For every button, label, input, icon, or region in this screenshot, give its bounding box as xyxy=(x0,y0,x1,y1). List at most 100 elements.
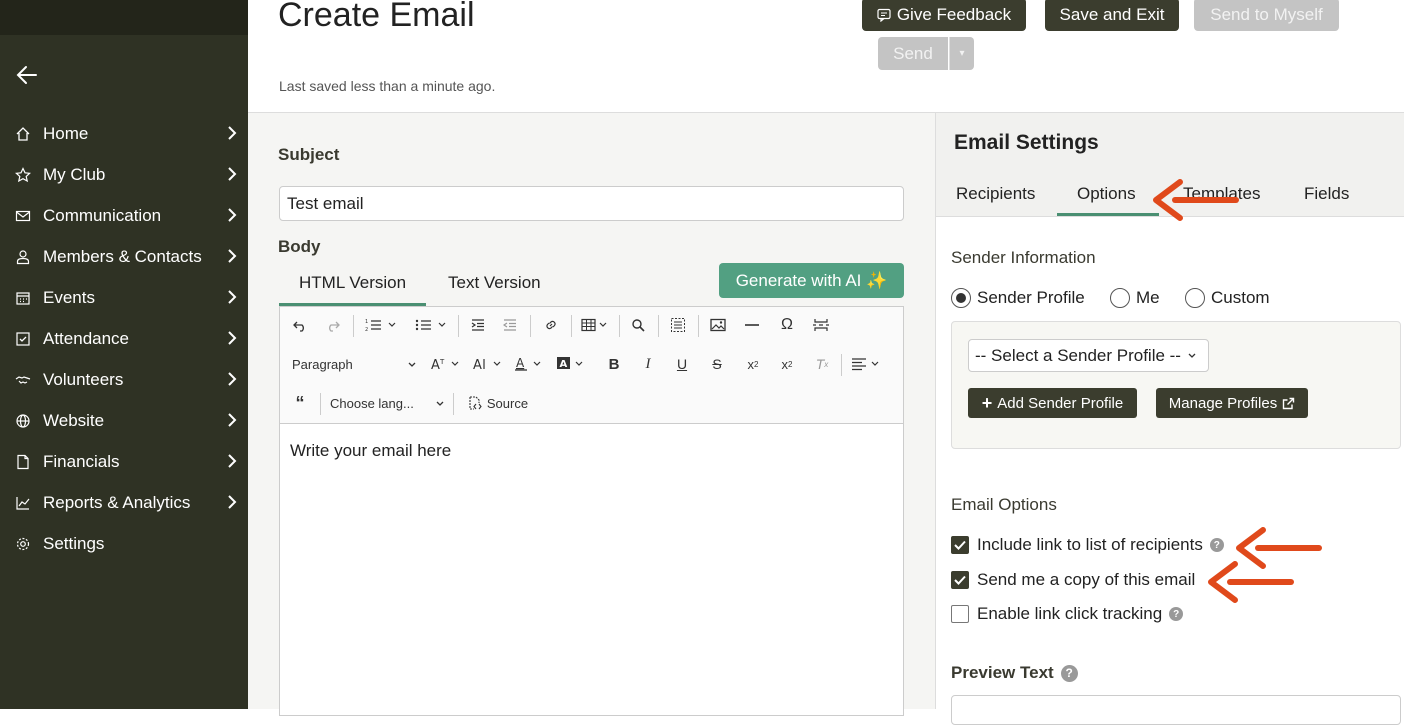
tab-fields[interactable]: Fields xyxy=(1304,184,1349,204)
checkbox-unchecked[interactable] xyxy=(951,605,969,623)
give-feedback-label: Give Feedback xyxy=(896,4,1012,24)
table-icon[interactable] xyxy=(580,314,612,336)
back-arrow-icon[interactable] xyxy=(14,62,40,88)
background-color-icon[interactable]: A xyxy=(555,353,589,375)
font-color-icon[interactable]: A xyxy=(513,353,547,375)
language-dropdown-label: Choose lang... xyxy=(330,395,414,411)
chevron-right-icon xyxy=(226,371,238,387)
radio-me[interactable]: Me xyxy=(1110,288,1160,308)
underline-icon[interactable]: U xyxy=(672,353,692,375)
undo-icon[interactable] xyxy=(290,314,310,336)
tab-templates[interactable]: Templates xyxy=(1183,184,1260,204)
subscript-icon[interactable]: x2 xyxy=(742,353,764,375)
save-and-exit-button[interactable]: Save and Exit xyxy=(1045,0,1179,31)
find-replace-icon[interactable] xyxy=(628,314,648,336)
send-button[interactable]: Send xyxy=(878,37,948,70)
checkbox-checked[interactable] xyxy=(951,571,969,589)
sidebar-item-reports-analytics[interactable]: Reports & Analytics xyxy=(0,482,248,523)
toolbar-row: 12 Ω xyxy=(280,307,903,343)
bullet-list-icon[interactable] xyxy=(413,314,451,336)
tab-recipients[interactable]: Recipients xyxy=(956,184,1035,204)
checkbox-checked[interactable] xyxy=(951,536,969,554)
indent-icon[interactable] xyxy=(468,314,488,336)
sidebar-item-members-contacts[interactable]: Members & Contacts xyxy=(0,236,248,277)
page-break-icon[interactable] xyxy=(810,314,832,336)
manage-profiles-button[interactable]: Manage Profiles xyxy=(1156,388,1308,418)
toolbar-row: Paragraph AT A A A B I U S x2 x2 Tx xyxy=(280,346,903,382)
send-to-myself-button[interactable]: Send to Myself xyxy=(1194,0,1339,31)
generate-with-ai-button[interactable]: Generate with AI ✨ xyxy=(719,263,904,298)
sender-profile-select[interactable]: -- Select a Sender Profile -- xyxy=(968,339,1209,372)
svg-text:T: T xyxy=(439,358,445,366)
radio-button[interactable] xyxy=(1110,288,1130,308)
toolbar-separator xyxy=(658,315,659,337)
radio-sender-profile[interactable]: Sender Profile xyxy=(951,288,1085,308)
send-dropdown-toggle[interactable]: ▾ xyxy=(949,37,974,70)
star-icon xyxy=(14,166,32,184)
tab-text-version[interactable]: Text Version xyxy=(448,273,541,293)
svg-text:1: 1 xyxy=(365,319,368,325)
help-icon[interactable]: ? xyxy=(1169,607,1184,621)
handshake-icon xyxy=(14,371,32,389)
preview-text-input[interactable] xyxy=(951,695,1401,725)
horizontal-line-icon[interactable] xyxy=(741,314,763,336)
comment-icon xyxy=(877,8,891,22)
image-icon[interactable] xyxy=(707,314,729,336)
numbered-list-icon[interactable]: 12 xyxy=(363,314,401,336)
radio-button[interactable] xyxy=(1185,288,1205,308)
subject-label: Subject xyxy=(278,145,340,164)
option-send-me-copy[interactable]: Send me a copy of this email xyxy=(951,570,1195,590)
svg-text:A: A xyxy=(431,358,440,371)
source-button[interactable]: Source xyxy=(463,392,531,414)
sidebar-item-volunteers[interactable]: Volunteers xyxy=(0,359,248,400)
align-icon[interactable] xyxy=(850,353,884,375)
font-size-icon[interactable]: AT xyxy=(429,353,463,375)
outdent-icon[interactable] xyxy=(500,314,520,336)
option-label: Enable link click tracking xyxy=(977,604,1163,623)
font-family-icon[interactable]: A xyxy=(471,353,505,375)
sidebar-item-website[interactable]: Website xyxy=(0,400,248,441)
sidebar-item-settings[interactable]: Settings xyxy=(0,523,248,564)
option-link-click-tracking[interactable]: Enable link click tracking ? xyxy=(951,604,1184,624)
special-characters-icon[interactable]: Ω xyxy=(776,314,798,336)
help-icon[interactable]: ? xyxy=(1060,664,1078,682)
chevron-down-icon xyxy=(407,357,417,372)
link-icon[interactable] xyxy=(541,314,561,336)
toolbar-separator xyxy=(571,315,572,337)
home-icon xyxy=(14,125,32,143)
subject-input[interactable]: Test email xyxy=(279,186,904,221)
toolbar-separator xyxy=(458,315,459,337)
option-include-recipients-link[interactable]: Include link to list of recipients ? xyxy=(951,535,1224,555)
give-feedback-button[interactable]: Give Feedback xyxy=(862,0,1026,31)
settings-header: Email Settings Recipients Options Templa… xyxy=(936,113,1404,217)
blockquote-icon[interactable]: “ xyxy=(290,392,310,414)
bold-icon[interactable]: B xyxy=(604,353,624,375)
sidebar-item-events[interactable]: Events xyxy=(0,277,248,318)
radio-button[interactable] xyxy=(951,288,971,308)
sidebar-nav: Home My Club Communication Members & Con… xyxy=(0,113,248,564)
select-all-icon[interactable] xyxy=(668,314,688,336)
sidebar-item-home[interactable]: Home xyxy=(0,113,248,154)
sidebar-item-financials[interactable]: Financials xyxy=(0,441,248,482)
email-settings-panel: Email Settings Recipients Options Templa… xyxy=(935,113,1404,725)
italic-icon[interactable]: I xyxy=(638,353,658,375)
chevron-right-icon xyxy=(226,412,238,428)
sidebar-item-my-club[interactable]: My Club xyxy=(0,154,248,195)
email-body-editor[interactable]: Write your email here xyxy=(290,441,451,461)
sidebar-item-label: Attendance xyxy=(43,328,130,348)
remove-format-icon[interactable]: Tx xyxy=(811,353,833,375)
sidebar-item-communication[interactable]: Communication xyxy=(0,195,248,236)
superscript-icon[interactable]: x2 xyxy=(776,353,798,375)
help-icon[interactable]: ? xyxy=(1209,538,1224,552)
tab-html-version[interactable]: HTML Version xyxy=(299,273,406,293)
sidebar-item-attendance[interactable]: Attendance xyxy=(0,318,248,359)
add-sender-profile-button[interactable]: + Add Sender Profile xyxy=(968,388,1137,418)
redo-icon[interactable] xyxy=(323,314,343,336)
language-dropdown[interactable]: Choose lang... xyxy=(330,392,445,414)
active-tab-indicator xyxy=(1057,213,1159,216)
paragraph-format-dropdown[interactable]: Paragraph xyxy=(292,353,417,375)
strikethrough-icon[interactable]: S xyxy=(707,353,727,375)
radio-custom[interactable]: Custom xyxy=(1185,288,1270,308)
tab-options[interactable]: Options xyxy=(1077,184,1136,204)
sidebar-item-label: Financials xyxy=(43,451,120,471)
